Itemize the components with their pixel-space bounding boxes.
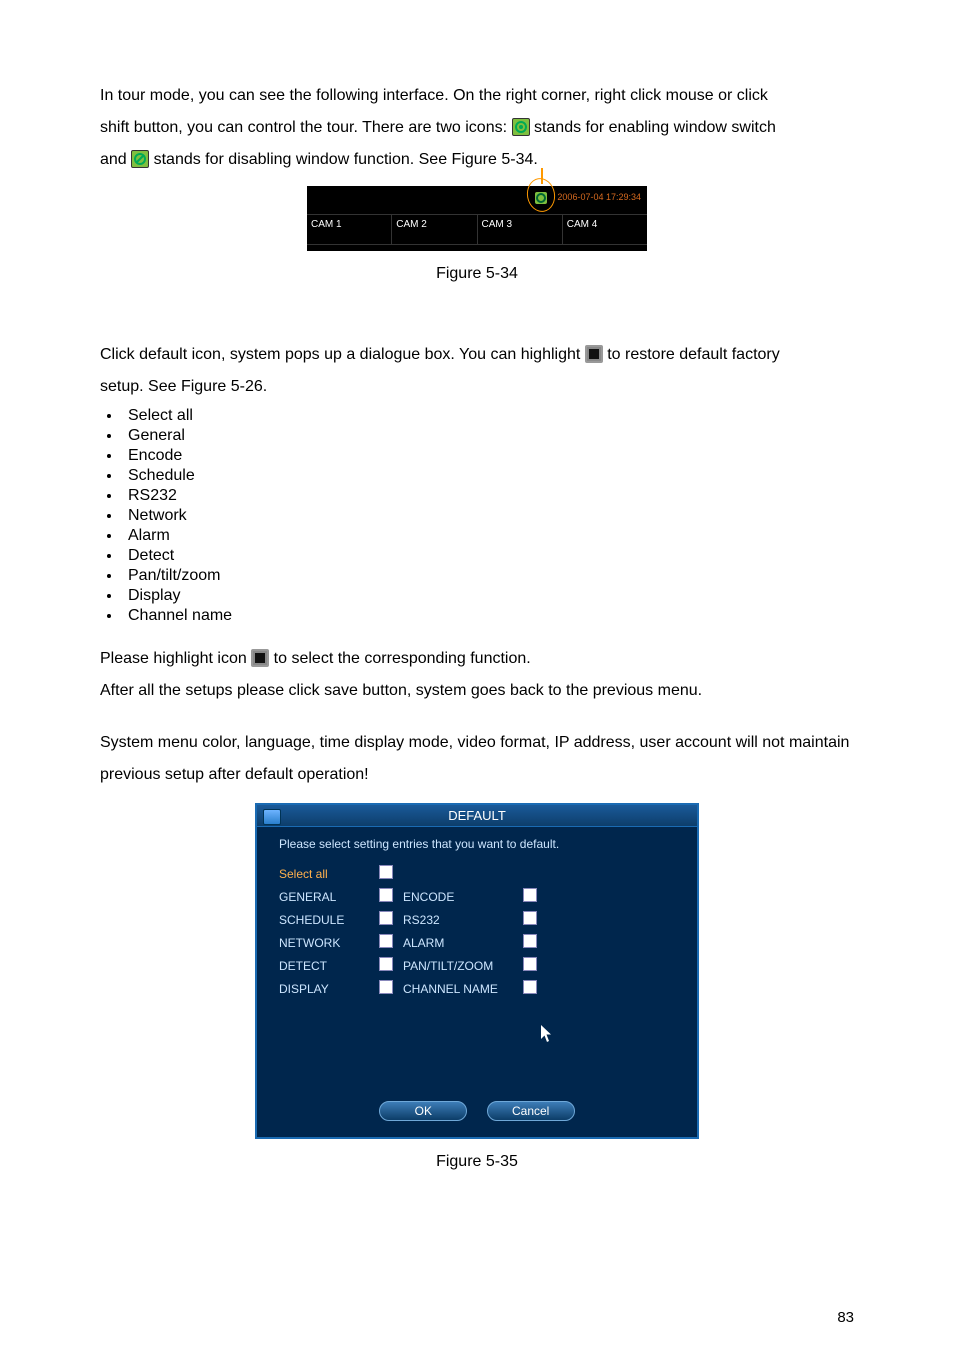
list-item: General xyxy=(122,427,854,445)
figure-5-34: 2006-07-04 17:29:34 CAM 1 CAM 2 CAM 3 CA… xyxy=(100,186,854,251)
para2-line2: setup. See Figure 5-26. xyxy=(100,371,854,403)
checkbox-display[interactable] xyxy=(379,980,393,994)
dialog-title-bar: DEFAULT xyxy=(257,805,697,827)
camera-cells: CAM 1 CAM 2 CAM 3 CAM 4 xyxy=(307,214,647,245)
checkbox-select-all[interactable] xyxy=(379,865,393,879)
highlight-checkbox-icon xyxy=(585,345,603,363)
option-detect: DETECT xyxy=(279,959,379,973)
text: stands for disabling window function. Se… xyxy=(154,151,538,168)
text: In tour mode, you can see the following … xyxy=(100,87,768,104)
list-item: Schedule xyxy=(122,467,854,485)
default-dialog: DEFAULT Please select setting entries th… xyxy=(255,803,699,1139)
text: to select the corresponding function. xyxy=(274,650,531,667)
option-channel-name: CHANNEL NAME xyxy=(403,982,523,996)
para3-line2: After all the setups please click save b… xyxy=(100,675,854,707)
dialog-instruction: Please select setting entries that you w… xyxy=(279,837,675,851)
option-network: NETWORK xyxy=(279,936,379,950)
para1-line3: and stands for disabling window function… xyxy=(100,144,854,176)
dialog-title-icon xyxy=(263,809,281,825)
option-schedule: SCHEDULE xyxy=(279,913,379,927)
text: stands for enabling window switch xyxy=(534,119,776,136)
page: In tour mode, you can see the following … xyxy=(0,0,954,1350)
text: shift button, you can control the tour. … xyxy=(100,119,512,136)
cursor-icon xyxy=(541,1025,553,1043)
list-item: Channel name xyxy=(122,607,854,625)
cam-cell: CAM 3 xyxy=(478,215,563,244)
list-item: Display xyxy=(122,587,854,605)
cam-cell: CAM 4 xyxy=(563,215,647,244)
text: Please highlight icon xyxy=(100,650,251,667)
figure-5-35-caption: Figure 5-35 xyxy=(100,1153,854,1171)
para2-line1: Click default icon, system pops up a dia… xyxy=(100,339,854,371)
highlight-checkbox-icon xyxy=(251,649,269,667)
page-number: 83 xyxy=(837,1309,854,1326)
checkbox-channel-name[interactable] xyxy=(523,980,537,994)
text: to restore default factory xyxy=(607,346,780,363)
list-item: Alarm xyxy=(122,527,854,545)
ok-button[interactable]: OK xyxy=(379,1101,467,1121)
timestamp: 2006-07-04 17:29:34 xyxy=(557,192,641,202)
list-item: Network xyxy=(122,507,854,525)
checkbox-alarm[interactable] xyxy=(523,934,537,948)
para4: System menu color, language, time displa… xyxy=(100,727,854,791)
list-item: Encode xyxy=(122,447,854,465)
list-item: Detect xyxy=(122,547,854,565)
text: Click default icon, system pops up a dia… xyxy=(100,346,585,363)
checkbox-rs232[interactable] xyxy=(523,911,537,925)
list-item: Pan/tilt/zoom xyxy=(122,567,854,585)
tour-enable-icon xyxy=(535,192,547,204)
tour-enable-icon xyxy=(512,118,530,136)
preview-bottom xyxy=(307,245,647,251)
checkbox-schedule[interactable] xyxy=(379,911,393,925)
checkbox-network[interactable] xyxy=(379,934,393,948)
option-select-all: Select all xyxy=(279,867,379,881)
option-rs232: RS232 xyxy=(403,913,523,927)
checkbox-ptz[interactable] xyxy=(523,957,537,971)
cancel-button[interactable]: Cancel xyxy=(487,1101,575,1121)
checkbox-general[interactable] xyxy=(379,888,393,902)
para1-line2: shift button, you can control the tour. … xyxy=(100,112,854,144)
figure-5-35: DEFAULT Please select setting entries th… xyxy=(100,803,854,1139)
dialog-options-grid: Select all GENERAL ENCODE SCHEDULE RS232… xyxy=(279,865,675,997)
preview-top-bar: 2006-07-04 17:29:34 xyxy=(307,186,647,214)
option-display: DISPLAY xyxy=(279,982,379,996)
list-item: Select all xyxy=(122,407,854,425)
option-alarm: ALARM xyxy=(403,936,523,950)
cam-cell: CAM 1 xyxy=(307,215,392,244)
camera-preview-bar: 2006-07-04 17:29:34 CAM 1 CAM 2 CAM 3 CA… xyxy=(307,186,647,251)
default-items-list: Select all General Encode Schedule RS232… xyxy=(122,407,854,625)
option-encode: ENCODE xyxy=(403,890,523,904)
dialog-title: DEFAULT xyxy=(448,808,506,823)
tour-disable-icon xyxy=(131,150,149,168)
checkbox-detect[interactable] xyxy=(379,957,393,971)
para3-line1: Please highlight icon to select the corr… xyxy=(100,643,854,675)
figure-5-34-caption: Figure 5-34 xyxy=(100,265,854,283)
cam-cell: CAM 2 xyxy=(392,215,477,244)
text: and xyxy=(100,151,131,168)
option-general: GENERAL xyxy=(279,890,379,904)
spacer xyxy=(100,629,854,643)
option-ptz: PAN/TILT/ZOOM xyxy=(403,959,523,973)
list-item: RS232 xyxy=(122,487,854,505)
dialog-body: Please select setting entries that you w… xyxy=(257,827,697,1101)
spacer xyxy=(100,313,854,339)
checkbox-encode[interactable] xyxy=(523,888,537,902)
dialog-buttons: OK Cancel xyxy=(257,1101,697,1137)
para1-line1: In tour mode, you can see the following … xyxy=(100,80,854,112)
spacer xyxy=(100,707,854,727)
